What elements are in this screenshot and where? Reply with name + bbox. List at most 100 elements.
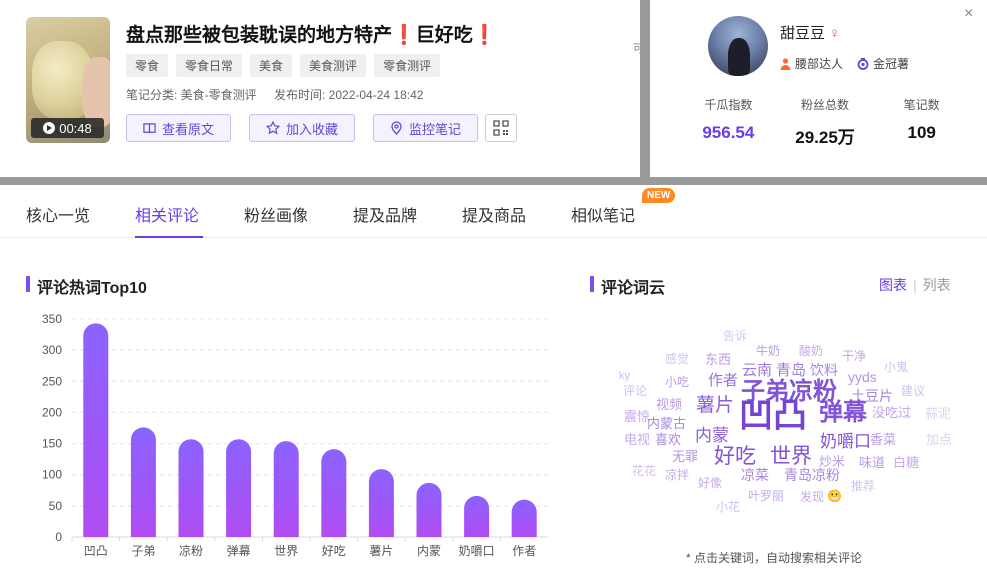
tab-similar-notes[interactable]: 相似笔记 xyxy=(571,202,635,226)
add-favorite-button[interactable]: 加入收藏 xyxy=(249,114,356,142)
qr-code-button[interactable] xyxy=(485,114,517,142)
word-cloud-keyword[interactable]: 花花 xyxy=(632,465,656,477)
word-cloud-keyword[interactable]: 视频 xyxy=(656,398,682,411)
word-cloud-keyword[interactable]: 好吃 xyxy=(714,446,756,467)
bar[interactable] xyxy=(130,427,156,537)
person-icon xyxy=(780,57,791,70)
word-cloud-keyword[interactable]: 蒜泥 xyxy=(925,407,951,420)
word-cloud-keyword[interactable]: 内蒙古 xyxy=(647,417,686,430)
bar[interactable] xyxy=(464,495,490,537)
avatar[interactable] xyxy=(708,16,768,76)
bar[interactable] xyxy=(226,439,252,537)
x-tick-label: 好吃 xyxy=(322,544,346,558)
bar[interactable] xyxy=(321,449,347,537)
tab-core-overview[interactable]: 核心一览 xyxy=(26,202,90,226)
word-cloud-keyword[interactable]: 凹凸 xyxy=(739,399,807,433)
word-cloud-keyword[interactable]: 饮料 xyxy=(810,363,838,377)
word-cloud-keyword[interactable]: 小吃 xyxy=(665,376,689,388)
word-cloud-keyword[interactable]: 加点 xyxy=(926,433,952,446)
stat-notes: 笔记数 109 xyxy=(873,96,970,148)
bar[interactable] xyxy=(416,482,442,537)
word-cloud-keyword[interactable]: 没吃过 xyxy=(872,406,911,419)
word-cloud-keyword[interactable]: 小花 xyxy=(716,501,740,513)
tab-related-comments[interactable]: 相关评论 xyxy=(135,202,199,226)
exclamation-icon: ❗ xyxy=(472,25,497,46)
stat-label: 笔记数 xyxy=(903,98,940,112)
stat-fans: 粉丝总数 29.25万 xyxy=(777,96,874,148)
word-cloud-keyword[interactable]: 弹幕 xyxy=(819,401,867,425)
toggle-chart[interactable]: 图表 xyxy=(879,277,907,293)
x-tick-label: 凹凸 xyxy=(84,544,108,558)
level-badge-text: 腰部达人 xyxy=(795,57,844,71)
cover-hand-shape xyxy=(82,57,110,127)
bar[interactable] xyxy=(83,323,109,537)
tab-mentioned-products[interactable]: 提及商品 xyxy=(462,202,526,226)
word-cloud-keyword[interactable]: 😬 xyxy=(827,490,842,502)
word-cloud-keyword[interactable]: 云南 xyxy=(742,363,772,378)
word-cloud-keyword[interactable]: 告诉 xyxy=(723,330,747,342)
word-cloud-keyword[interactable]: 青岛 xyxy=(776,363,806,378)
word-cloud-keyword[interactable]: 牛奶 xyxy=(756,345,780,357)
word-cloud-keyword[interactable]: 建议 xyxy=(901,385,925,397)
word-cloud-keyword[interactable]: 青岛凉粉 xyxy=(784,468,840,482)
monitor-note-button[interactable]: 监控笔记 xyxy=(373,114,479,142)
word-cloud-keyword[interactable]: 发现 xyxy=(800,491,824,503)
monitor-note-label: 监控笔记 xyxy=(409,121,462,137)
y-tick-label: 150 xyxy=(42,437,62,451)
level-badge: 腰部达人 xyxy=(780,55,843,72)
word-cloud-keyword[interactable]: 凉拌 xyxy=(665,469,689,481)
note-tag: 零食 xyxy=(126,54,169,77)
section-title-wordcloud: 评论词云 xyxy=(590,274,665,298)
word-cloud-keyword[interactable]: 叶罗丽 xyxy=(748,490,784,502)
word-cloud-keyword[interactable]: 评论 xyxy=(623,385,647,397)
word-cloud-keyword[interactable]: 东西 xyxy=(705,353,731,366)
active-tab-indicator xyxy=(135,236,203,238)
x-tick-label: 内蒙 xyxy=(417,544,441,558)
word-cloud-keyword[interactable]: 感觉 xyxy=(665,353,689,365)
word-cloud-keyword[interactable]: 内蒙 xyxy=(695,427,729,444)
x-tick-label: 薯片 xyxy=(369,544,393,558)
word-cloud-keyword[interactable]: 味道 xyxy=(859,456,885,469)
tier-badge-text: 金冠薯 xyxy=(873,57,910,71)
x-tick-label: 作者 xyxy=(512,544,536,558)
note-title[interactable]: 盘点那些被包装耽误的地方特产❗巨好吃❗ xyxy=(126,20,496,47)
close-icon[interactable]: × xyxy=(964,5,973,23)
view-original-button[interactable]: 查看原文 xyxy=(126,114,232,142)
tab-fan-profile[interactable]: 粉丝画像 xyxy=(244,202,308,226)
word-cloud-keyword[interactable]: 凉菜 xyxy=(741,468,769,482)
bar[interactable] xyxy=(368,469,394,537)
x-tick-label: 子弟 xyxy=(131,544,155,558)
word-cloud-keyword[interactable]: 推荐 xyxy=(851,480,875,492)
bar[interactable] xyxy=(273,441,299,537)
author-name[interactable]: 甜豆豆 xyxy=(780,25,825,42)
view-toggle: 图表 | 列表 xyxy=(879,277,951,293)
word-cloud-keyword[interactable]: 喜欢 xyxy=(655,433,681,446)
word-cloud-keyword[interactable]: 白糖 xyxy=(893,456,919,469)
word-cloud-keyword[interactable]: 世界 xyxy=(770,446,812,467)
word-cloud-keyword[interactable]: 薯片 xyxy=(696,396,734,415)
bar[interactable] xyxy=(511,499,537,537)
hotwords-bar-chart: 0 50 100 150 200 250 300 350 凹凸 子弟 凉粉 弹幕 世界 好吃 薯片 内蒙 奶嚼口… xyxy=(42,312,548,558)
y-tick-label: 0 xyxy=(55,530,62,544)
tier-badge: 金冠薯 xyxy=(857,55,909,72)
note-cover-thumbnail[interactable]: 00:48 xyxy=(26,17,110,143)
word-cloud-keyword[interactable]: yyds xyxy=(848,370,877,384)
word-cloud-keyword[interactable]: 无罪 xyxy=(672,450,698,463)
word-cloud-keyword[interactable]: 好像 xyxy=(698,477,722,489)
word-cloud-keyword[interactable]: 电视 xyxy=(624,433,650,446)
view-original-label: 查看原文 xyxy=(162,121,215,137)
y-tick-label: 250 xyxy=(42,374,62,388)
word-cloud-keyword[interactable]: 小鬼 xyxy=(884,361,908,373)
toggle-list[interactable]: 列表 xyxy=(923,277,951,293)
word-cloud-keyword[interactable]: ky xyxy=(619,371,630,382)
bar[interactable] xyxy=(178,439,204,537)
tab-mentioned-brands[interactable]: 提及品牌 xyxy=(353,202,417,226)
word-cloud-keyword[interactable]: 香菜 xyxy=(870,433,896,446)
y-tick-label: 300 xyxy=(42,343,62,357)
word-cloud-keyword[interactable]: 作者 xyxy=(708,373,738,388)
word-cloud-keyword[interactable]: 奶嚼口 xyxy=(820,433,871,450)
x-tick-label: 弹幕 xyxy=(227,544,251,558)
word-cloud-keyword[interactable]: 干净 xyxy=(842,350,866,362)
stat-value: 956.54 xyxy=(702,123,755,142)
word-cloud-keyword[interactable]: 酸奶 xyxy=(799,345,823,357)
